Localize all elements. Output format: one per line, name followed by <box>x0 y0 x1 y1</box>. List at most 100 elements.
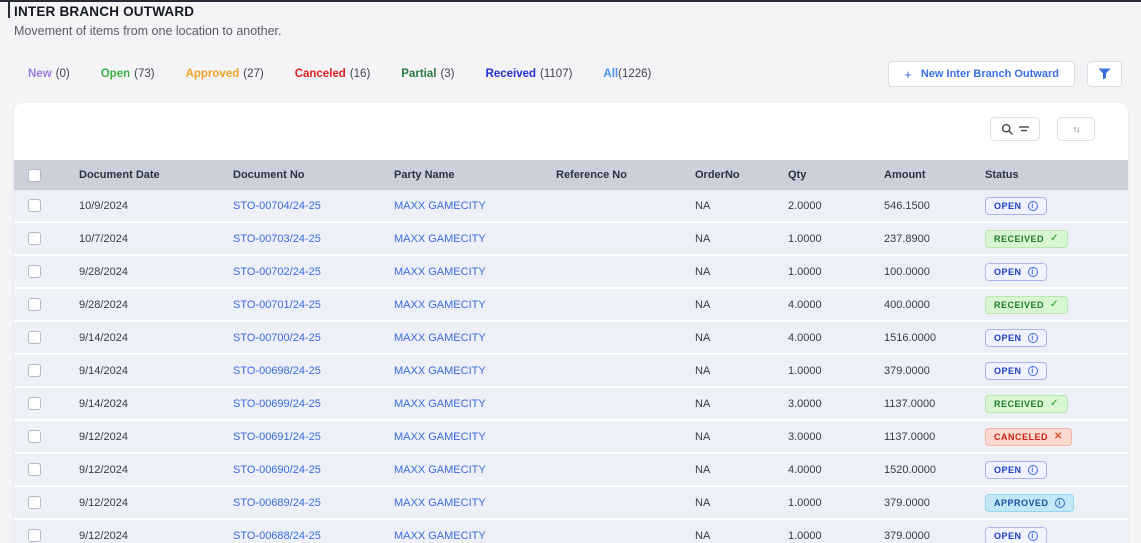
status-icon: i <box>1027 200 1038 211</box>
status-cell: OPEN i <box>971 526 1128 543</box>
document-no-link[interactable]: STO-00690/24-25 <box>233 464 321 476</box>
filter-tab-canceled[interactable]: Canceled (16) <box>295 68 371 80</box>
status-icon: i <box>1027 266 1038 277</box>
qty-cell: 1.0000 <box>788 232 822 245</box>
qty-cell: 2.0000 <box>788 199 822 212</box>
status-cell: OPEN i <box>971 328 1128 347</box>
party-name-link[interactable]: MAXX GAMECITY <box>394 332 486 344</box>
party-name-link[interactable]: MAXX GAMECITY <box>394 530 486 542</box>
status-badge[interactable]: CANCELED ✕ <box>985 427 1072 446</box>
document-no-link[interactable]: STO-00698/24-25 <box>233 365 321 377</box>
filter-tab-new[interactable]: New (0) <box>28 68 70 80</box>
table-row: 9/14/2024 STO-00698/24-25 MAXX GAMECITY … <box>14 355 1128 388</box>
document-date-cell: 9/12/2024 <box>79 430 128 443</box>
search-filter-button[interactable] <box>990 117 1040 141</box>
party-name-link[interactable]: MAXX GAMECITY <box>394 299 486 311</box>
status-badge[interactable]: OPEN i <box>985 328 1047 347</box>
filter-tab-approved[interactable]: Approved (27) <box>186 68 264 80</box>
status-cell: OPEN i <box>971 262 1128 281</box>
status-badge[interactable]: OPEN i <box>985 196 1047 215</box>
party-name-link[interactable]: MAXX GAMECITY <box>394 200 486 212</box>
status-badge[interactable]: RECEIVED ✓ <box>985 394 1068 413</box>
party-name-link[interactable]: MAXX GAMECITY <box>394 365 486 377</box>
party-name-link[interactable]: MAXX GAMECITY <box>394 431 486 443</box>
row-checkbox[interactable] <box>28 298 41 311</box>
qty-cell: 1.0000 <box>788 496 822 509</box>
document-no-link[interactable]: STO-00702/24-25 <box>233 266 321 278</box>
window-left-tick <box>8 0 10 18</box>
page-title: INTER BRANCH OUTWARD <box>14 4 195 19</box>
filter-tab-partial[interactable]: Partial (3) <box>401 68 454 80</box>
search-icon <box>1001 123 1014 136</box>
row-checkbox-cell <box>14 397 65 410</box>
filter-tab-all[interactable]: All(1226) <box>603 68 651 80</box>
status-badge[interactable]: RECEIVED ✓ <box>985 295 1068 314</box>
document-no-link[interactable]: STO-00704/24-25 <box>233 200 321 212</box>
status-badge[interactable]: OPEN i <box>985 361 1047 380</box>
row-checkbox[interactable] <box>28 463 41 476</box>
row-checkbox[interactable] <box>28 496 41 509</box>
status-badge[interactable]: OPEN i <box>985 262 1047 281</box>
status-icon: i <box>1027 530 1038 541</box>
new-inter-branch-outward-button[interactable]: + New Inter Branch Outward <box>888 61 1075 87</box>
party-name-link[interactable]: MAXX GAMECITY <box>394 464 486 476</box>
status-icon: ✓ <box>1050 397 1059 409</box>
document-no-link[interactable]: STO-00699/24-25 <box>233 398 321 410</box>
row-checkbox[interactable] <box>28 232 41 245</box>
qty-cell: 1.0000 <box>788 364 822 377</box>
table-row: 10/7/2024 STO-00703/24-25 MAXX GAMECITY … <box>14 223 1128 256</box>
order-no-cell: NA <box>695 463 711 476</box>
document-no-link[interactable]: STO-00701/24-25 <box>233 299 321 311</box>
document-date-cell: 10/7/2024 <box>79 232 128 245</box>
filter-tabs: New (0) Open (73) Approved (27) Canceled (16… <box>28 68 651 80</box>
status-cell: RECEIVED ✓ <box>971 229 1128 248</box>
status-badge[interactable]: OPEN i <box>985 460 1047 479</box>
filter-dropdown-button[interactable] <box>1087 61 1122 87</box>
document-no-link[interactable]: STO-00691/24-25 <box>233 431 321 443</box>
row-checkbox[interactable] <box>28 364 41 377</box>
page-header: INTER BRANCH OUTWARD Movement of items f… <box>0 0 1141 38</box>
card-toolbar: ↑↓ <box>14 103 1128 141</box>
order-no-cell: NA <box>695 199 711 212</box>
party-name-link[interactable]: MAXX GAMECITY <box>394 497 486 509</box>
amount-cell: 379.0000 <box>884 364 930 377</box>
table-row: 9/28/2024 STO-00701/24-25 MAXX GAMECITY … <box>14 289 1128 322</box>
row-checkbox[interactable] <box>28 199 41 212</box>
amount-cell: 400.0000 <box>884 298 930 311</box>
row-checkbox[interactable] <box>28 430 41 443</box>
document-no-link[interactable]: STO-00700/24-25 <box>233 332 321 344</box>
party-name-link[interactable]: MAXX GAMECITY <box>394 398 486 410</box>
party-name-cell: MAXX GAMECITY <box>380 332 542 344</box>
document-no-link[interactable]: STO-00703/24-25 <box>233 233 321 245</box>
party-name-cell: MAXX GAMECITY <box>380 365 542 377</box>
party-name-link[interactable]: MAXX GAMECITY <box>394 233 486 245</box>
document-no-link[interactable]: STO-00689/24-25 <box>233 497 321 509</box>
row-checkbox[interactable] <box>28 397 41 410</box>
row-checkbox[interactable] <box>28 331 41 344</box>
filter-tab-received[interactable]: Received (1107) <box>486 68 573 80</box>
status-badge[interactable]: APPROVED i <box>985 493 1074 512</box>
header-qty: Qty <box>788 169 807 181</box>
row-checkbox[interactable] <box>28 529 41 542</box>
order-no-cell: NA <box>695 364 711 377</box>
document-date-cell: 9/14/2024 <box>79 331 128 344</box>
table-card: ↑↓ Document Date Document No Party Name … <box>14 103 1128 543</box>
filter-tab-open[interactable]: Open (73) <box>101 68 155 80</box>
party-name-cell: MAXX GAMECITY <box>380 497 542 509</box>
amount-cell: 1137.0000 <box>884 430 936 443</box>
sort-button[interactable]: ↑↓ <box>1057 117 1095 141</box>
document-no-cell: STO-00699/24-25 <box>219 398 380 410</box>
header-party-name: Party Name <box>394 169 455 181</box>
document-no-link[interactable]: STO-00688/24-25 <box>233 530 321 542</box>
row-checkbox[interactable] <box>28 265 41 278</box>
select-all-checkbox[interactable] <box>28 168 41 182</box>
qty-cell: 4.0000 <box>788 331 822 344</box>
qty-cell: 3.0000 <box>788 430 822 443</box>
status-badge[interactable]: RECEIVED ✓ <box>985 229 1068 248</box>
order-no-cell: NA <box>695 529 711 542</box>
row-checkbox-cell <box>14 430 65 443</box>
filter-tabs-row: New (0) Open (73) Approved (27) Canceled (16… <box>0 61 1141 87</box>
document-date-cell: 9/28/2024 <box>79 298 128 311</box>
party-name-link[interactable]: MAXX GAMECITY <box>394 266 486 278</box>
status-badge[interactable]: OPEN i <box>985 526 1047 543</box>
